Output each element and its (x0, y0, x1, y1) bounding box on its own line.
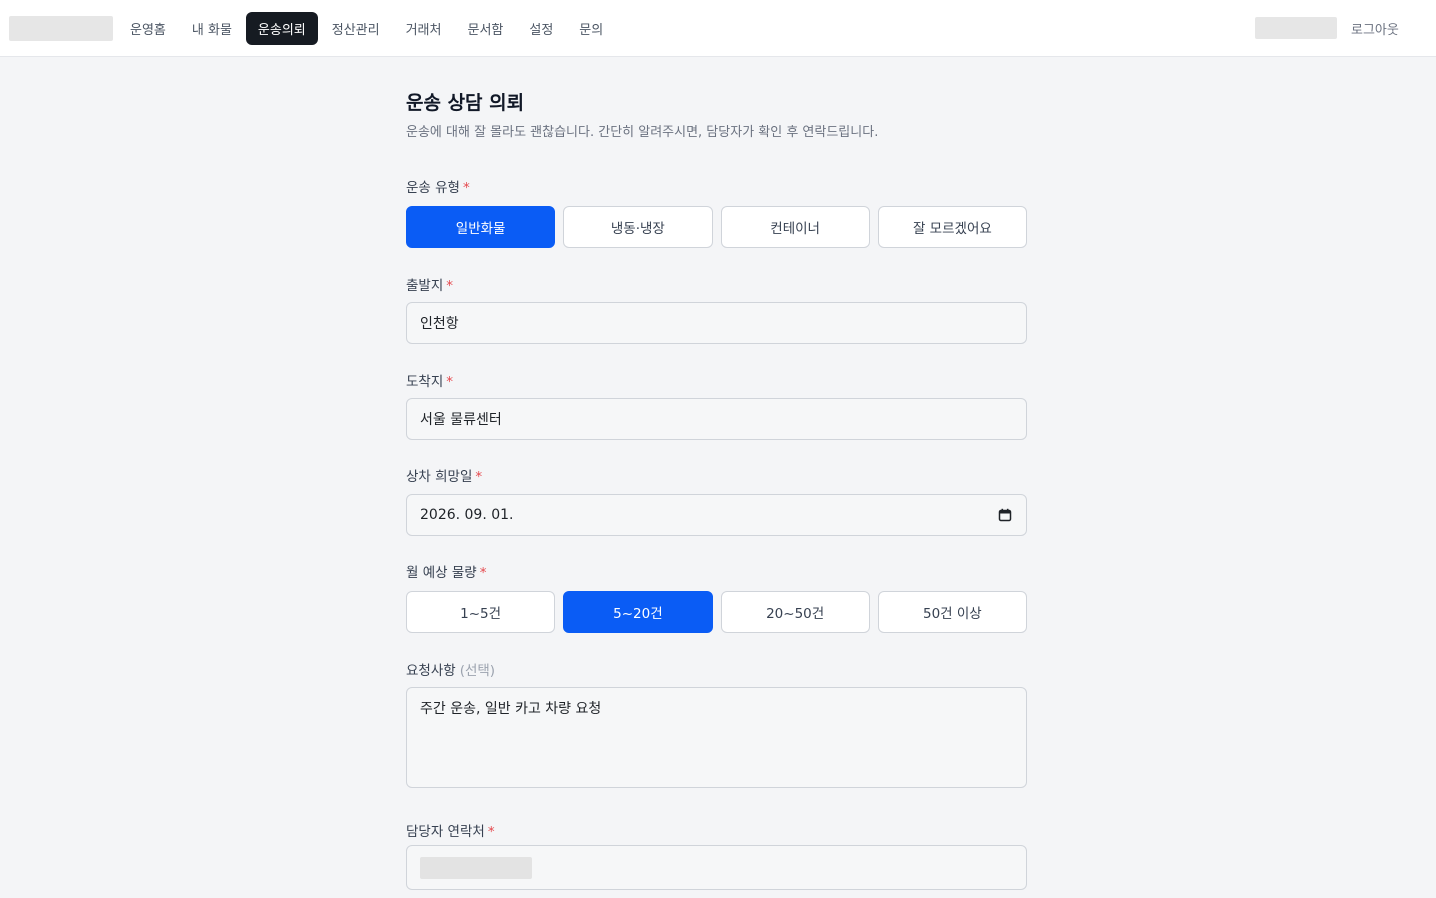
transport-type-general-button[interactable]: 일반화물 (406, 206, 556, 248)
volume-20-50-button[interactable]: 20~50건 (720, 591, 870, 633)
required-mark: * (487, 824, 495, 840)
transport-type-unsure-button[interactable]: 잘 모르겠어요 (877, 206, 1027, 248)
transport-type-label: 운송 유형 * (406, 179, 470, 197)
nav-item-settlement[interactable]: 정산관리 (320, 12, 392, 45)
transport-type-container-button[interactable]: 컨테이너 (720, 206, 870, 248)
nav-item-my-cargo[interactable]: 내 화물 (180, 12, 244, 45)
monthly-volume-selector: 1~5건 5~20건 20~50건 50건 이상 (406, 591, 1027, 633)
origin-value: 인천항 (420, 316, 459, 332)
calendar-icon[interactable] (998, 508, 1012, 522)
requests-textarea[interactable]: 주간 운송, 일반 카고 차량 요청 (406, 687, 1027, 788)
requests-value: 주간 운송, 일반 카고 차량 요청 (420, 701, 602, 717)
transport-request-form: 운송 상담 의뢰 운송에 대해 잘 몰라도 괜찮습니다. 간단히 알려주시면, … (406, 88, 1028, 890)
required-mark: * (479, 565, 487, 581)
nav-item-settings[interactable]: 설정 (517, 12, 565, 45)
page-title: 운송 상담 의뢰 (406, 92, 525, 114)
origin-label-text: 출발지 (406, 278, 444, 294)
pickup-date-label-text: 상차 희망일 (406, 469, 473, 485)
nav-item-inquiry[interactable]: 문의 (567, 12, 615, 45)
nav-item-clients[interactable]: 거래처 (394, 12, 454, 45)
transport-type-refrigerated-button[interactable]: 냉동·냉장 (563, 206, 713, 248)
required-mark: * (446, 278, 454, 294)
contact-input[interactable] (406, 845, 1027, 890)
volume-50-plus-button[interactable]: 50건 이상 (877, 591, 1027, 633)
volume-5-20-button[interactable]: 5~20건 (563, 591, 713, 633)
user-name-placeholder (1255, 17, 1337, 39)
main-nav: 운영홈 내 화물 운송의뢰 정산관리 거래처 문서함 설정 문의 (118, 12, 615, 45)
origin-label: 출발지 * (406, 277, 453, 295)
pickup-date-value: 2026. 09. 01. (420, 507, 514, 523)
origin-input[interactable]: 인천항 (406, 302, 1027, 344)
requests-label: 요청사항 (선택) (406, 662, 495, 680)
contact-label-text: 담당자 연락처 (406, 824, 485, 840)
volume-1-5-button[interactable]: 1~5건 (406, 591, 556, 633)
nav-item-documents[interactable]: 문서함 (455, 12, 515, 45)
transport-type-label-text: 운송 유형 (406, 180, 460, 196)
page-description: 운송에 대해 잘 몰라도 괜찮습니다. 간단히 알려주시면, 담당자가 확인 후… (406, 125, 879, 140)
destination-value: 서울 물류센터 (420, 412, 502, 428)
logo-placeholder (9, 16, 113, 41)
destination-label-text: 도착지 (406, 374, 444, 390)
nav-item-transport-request[interactable]: 운송의뢰 (245, 12, 318, 45)
logout-link[interactable]: 로그아웃 (1351, 19, 1399, 38)
pickup-date-label: 상차 희망일 * (406, 468, 482, 486)
required-mark: * (475, 469, 483, 485)
optional-tag: (선택) (459, 663, 496, 679)
required-mark: * (446, 374, 454, 390)
required-mark: * (462, 180, 470, 196)
destination-input[interactable]: 서울 물류센터 (406, 398, 1027, 440)
monthly-volume-label: 월 예상 물량 * (406, 564, 486, 582)
pickup-date-input[interactable]: 2026. 09. 01. (406, 494, 1027, 536)
contact-value-placeholder (420, 856, 532, 879)
nav-item-operations-home[interactable]: 운영홈 (118, 12, 178, 45)
transport-type-selector: 일반화물 냉동·냉장 컨테이너 잘 모르겠어요 (406, 206, 1027, 248)
destination-label: 도착지 * (406, 373, 453, 391)
contact-label: 담당자 연락처 * (406, 823, 495, 841)
top-navigation-bar: 운영홈 내 화물 운송의뢰 정산관리 거래처 문서함 설정 문의 로그아웃 (0, 0, 1436, 57)
requests-label-text: 요청사항 (406, 663, 456, 679)
monthly-volume-label-text: 월 예상 물량 (406, 565, 477, 581)
